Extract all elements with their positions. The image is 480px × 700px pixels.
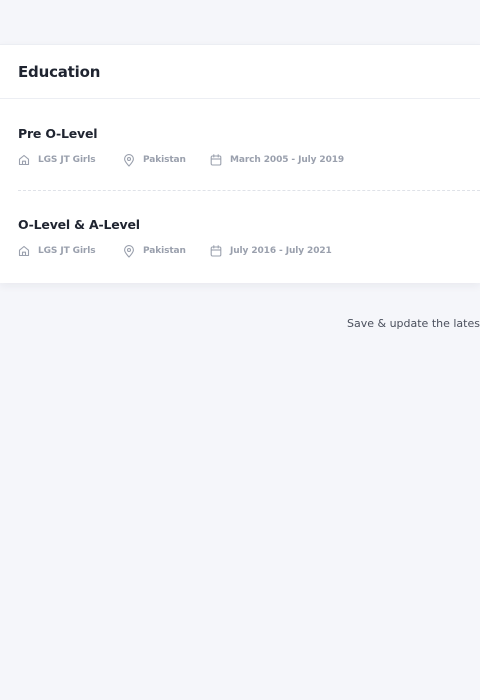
education-entry: O-Level & A-Level LGS JT Girls Pakistan (18, 217, 480, 258)
school-meta: LGS JT Girls (18, 154, 123, 166)
card-header: Education (0, 45, 480, 99)
country-name: Pakistan (143, 155, 186, 165)
entry-divider (18, 190, 480, 191)
date-range: March 2005 - July 2019 (230, 155, 345, 165)
school-name: LGS JT Girls (38, 155, 96, 165)
date-meta: March 2005 - July 2019 (210, 154, 344, 166)
section-title: Education (18, 62, 101, 81)
home-icon (18, 154, 30, 166)
map-pin-icon (124, 153, 134, 167)
save-note: Save & update the lates (347, 317, 480, 330)
date-range: July 2016 - July 2021 (230, 246, 332, 256)
entry-title: O-Level & A-Level (18, 217, 140, 232)
home-icon (18, 245, 30, 257)
calendar-icon (210, 245, 222, 257)
education-card: Education Pre O-Level LGS JT Girls Pakis… (0, 44, 480, 283)
location-meta: Pakistan (123, 153, 210, 167)
education-entry: Pre O-Level LGS JT Girls Pakistan March … (18, 126, 480, 167)
calendar-icon (210, 154, 222, 166)
location-meta: Pakistan (123, 244, 210, 258)
date-meta: July 2016 - July 2021 (210, 245, 332, 257)
country-name: Pakistan (143, 246, 186, 256)
entry-title: Pre O-Level (18, 126, 98, 141)
entry-meta: LGS JT Girls Pakistan July 2016 - July 2… (18, 244, 480, 258)
entry-meta: LGS JT Girls Pakistan March 2005 - July … (18, 153, 480, 167)
map-pin-icon (124, 244, 134, 258)
school-meta: LGS JT Girls (18, 245, 123, 257)
school-name: LGS JT Girls (38, 246, 96, 256)
